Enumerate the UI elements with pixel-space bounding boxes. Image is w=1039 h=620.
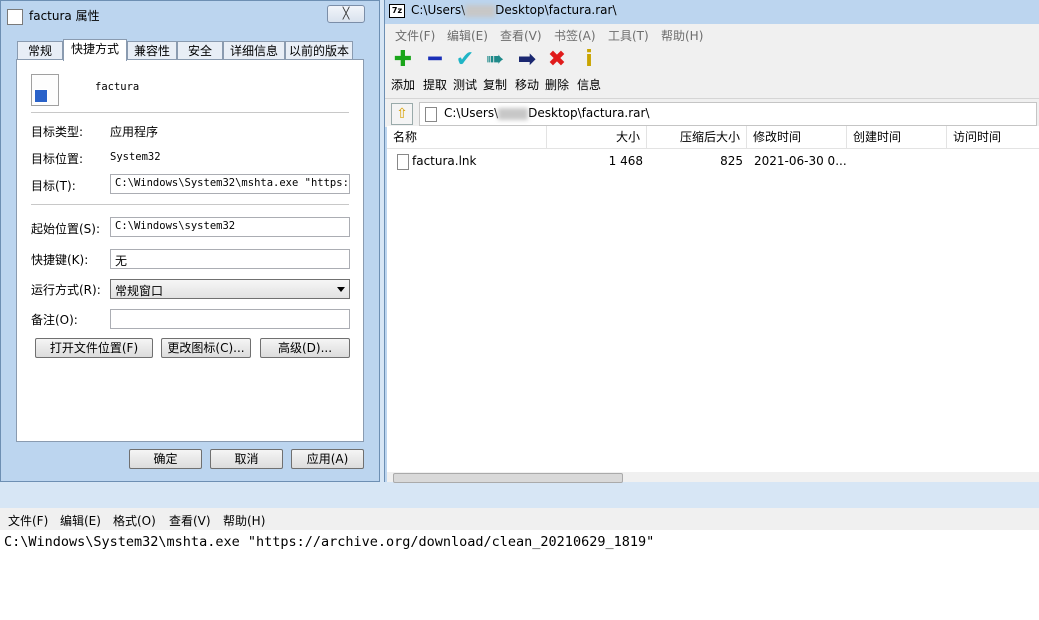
file-large-icon — [31, 74, 59, 106]
tab-security[interactable]: 安全 — [177, 41, 223, 60]
shortcut-panel: factura 目标类型: 应用程序 目标位置: System32 目标(T):… — [16, 59, 364, 442]
file-name: factura — [95, 81, 140, 93]
row-name: factura.lnk — [412, 154, 477, 168]
run-select-value: 常规窗口 — [115, 284, 164, 298]
toolbar-label: 移动 — [514, 78, 539, 92]
np-menu-view[interactable]: 查看(V) — [169, 512, 211, 529]
start-in-label: 起始位置(S): — [31, 222, 101, 236]
test-icon: ✔ — [455, 47, 475, 72]
row-size: 1 468 — [608, 154, 643, 168]
open-file-location-button[interactable]: 打开文件位置(F) — [35, 338, 153, 358]
row-packed-size: 825 — [720, 154, 743, 168]
advanced-button[interactable]: 高级(D)... — [260, 338, 350, 358]
toolbar-copy-button[interactable]: ➠ 复制 — [479, 48, 511, 93]
np-menu-help[interactable]: 帮助(H) — [223, 512, 265, 529]
menu-bar: 文件(F) 编辑(E) 查看(V) 书签(A) 工具(T) 帮助(H) — [385, 24, 1039, 44]
target-location-value: System32 — [110, 151, 161, 163]
dialog-title: factura 属性 — [7, 7, 100, 25]
archive-window: 7z C:\Users\ Desktop\factura.rar\ 文件(F) 编辑… — [384, 0, 1039, 483]
tab-previous-versions[interactable]: 以前的版本 — [285, 41, 353, 60]
target-type-value: 应用程序 — [110, 125, 159, 139]
np-menu-format[interactable]: 格式(O) — [113, 512, 156, 529]
extract-icon: ━ — [428, 47, 442, 72]
target-label: 目标(T): — [31, 179, 76, 193]
column-name[interactable]: 名称 — [387, 126, 547, 149]
7zip-logo-icon: 7z — [389, 3, 405, 18]
menu-tools[interactable]: 工具(T) — [608, 27, 649, 44]
toolbar-label: 信息 — [576, 78, 601, 92]
tab-shortcut[interactable]: 快捷方式 — [63, 39, 127, 61]
shortcut-arrow-icon — [34, 89, 48, 103]
file-list: 名称 大小 压缩后大小 修改时间 创建时间 访问时间 factura.lnk 1… — [387, 126, 1039, 483]
scrollbar-thumb[interactable] — [393, 473, 623, 483]
file-icon — [425, 107, 437, 122]
run-label: 运行方式(R): — [31, 283, 101, 297]
copy-icon: ➠ — [485, 47, 505, 72]
notepad-menu-bar: 文件(F) 编辑(E) 格式(O) 查看(V) 帮助(H) — [0, 508, 1039, 530]
np-menu-edit[interactable]: 编辑(E) — [60, 512, 101, 529]
target-field[interactable]: C:\Windows\System32\mshta.exe "https:// — [110, 174, 350, 194]
cancel-button[interactable]: 取消 — [210, 449, 283, 469]
column-created[interactable]: 创建时间 — [847, 126, 947, 149]
column-accessed[interactable]: 访问时间 — [947, 126, 1039, 149]
toolbar: ✚ 添加 ━ 提取 ✔ 测试 ➠ 复制 ➡ 移动 ✖ 删除 i 信息 — [385, 44, 1039, 98]
menu-view[interactable]: 查看(V) — [500, 27, 542, 44]
properties-dialog: factura 属性 ╳ 常规 快捷方式 兼容性 安全 详细信息 以前的版本 f… — [0, 0, 380, 482]
shortcut-file-icon — [7, 8, 23, 25]
up-folder-icon[interactable]: ⇧ — [391, 103, 413, 125]
run-select[interactable]: 常规窗口 — [110, 279, 350, 299]
shortcut-key-field[interactable]: 无 — [110, 249, 350, 269]
divider — [31, 204, 349, 205]
toolbar-label: 复制 — [482, 78, 507, 92]
chevron-down-icon — [337, 287, 345, 292]
np-menu-file[interactable]: 文件(F) — [8, 512, 48, 529]
address-bar: ⇧ C:\Users\ Desktop\factura.rar\ — [385, 98, 1039, 127]
row-modified: 2021-06-30 0... — [754, 154, 847, 168]
toolbar-label: 删除 — [544, 78, 569, 92]
target-type-label: 目标类型: — [31, 125, 84, 139]
move-icon: ➡ — [517, 47, 537, 72]
menu-bookmarks[interactable]: 书签(A) — [554, 27, 596, 44]
comment-field[interactable] — [110, 309, 350, 329]
apply-button[interactable]: 应用(A) — [291, 449, 364, 469]
tab-general[interactable]: 常规 — [17, 41, 63, 60]
toolbar-label: 提取 — [422, 78, 447, 92]
horizontal-scrollbar[interactable] — [387, 472, 1039, 483]
info-icon: i — [585, 47, 593, 72]
ok-button[interactable]: 确定 — [129, 449, 202, 469]
lnk-file-icon — [397, 154, 409, 170]
target-location-label: 目标位置: — [31, 152, 84, 166]
delete-icon: ✖ — [547, 47, 567, 72]
toolbar-extract-button[interactable]: ━ 提取 — [419, 48, 451, 93]
toolbar-delete-button[interactable]: ✖ 删除 — [541, 48, 573, 93]
redacted-username — [465, 4, 496, 17]
menu-edit[interactable]: 编辑(E) — [447, 27, 488, 44]
change-icon-button[interactable]: 更改图标(C)... — [161, 338, 251, 358]
column-packed-size[interactable]: 压缩后大小 — [647, 126, 747, 149]
notepad-text-area[interactable]: C:\Windows\System32\mshta.exe "https://a… — [4, 534, 654, 550]
close-button[interactable]: ╳ — [327, 5, 365, 23]
menu-file[interactable]: 文件(F) — [395, 27, 435, 44]
menu-help[interactable]: 帮助(H) — [661, 27, 703, 44]
toolbar-label: 测试 — [452, 78, 477, 92]
column-modified[interactable]: 修改时间 — [747, 126, 847, 149]
tab-compatibility[interactable]: 兼容性 — [127, 41, 177, 60]
column-size[interactable]: 大小 — [547, 126, 647, 149]
notepad-window: 文件(F) 编辑(E) 格式(O) 查看(V) 帮助(H) C:\Windows… — [0, 508, 1039, 620]
tab-details[interactable]: 详细信息 — [223, 41, 285, 60]
start-in-field[interactable]: C:\Windows\system32 — [110, 217, 350, 237]
window-title: 7z C:\Users\ Desktop\factura.rar\ — [389, 3, 617, 18]
path-input[interactable]: C:\Users\ Desktop\factura.rar\ — [419, 102, 1037, 126]
toolbar-add-button[interactable]: ✚ 添加 — [387, 48, 419, 93]
comment-label: 备注(O): — [31, 313, 78, 327]
add-icon: ✚ — [393, 47, 413, 72]
toolbar-label: 添加 — [390, 78, 415, 92]
toolbar-info-button[interactable]: i 信息 — [573, 48, 605, 93]
divider — [31, 112, 349, 113]
toolbar-move-button[interactable]: ➡ 移动 — [511, 48, 543, 93]
path-text: C:\Users\ Desktop\factura.rar\ — [444, 106, 650, 120]
toolbar-test-button[interactable]: ✔ 测试 — [449, 48, 481, 93]
shortcut-key-label: 快捷键(K): — [31, 253, 89, 267]
